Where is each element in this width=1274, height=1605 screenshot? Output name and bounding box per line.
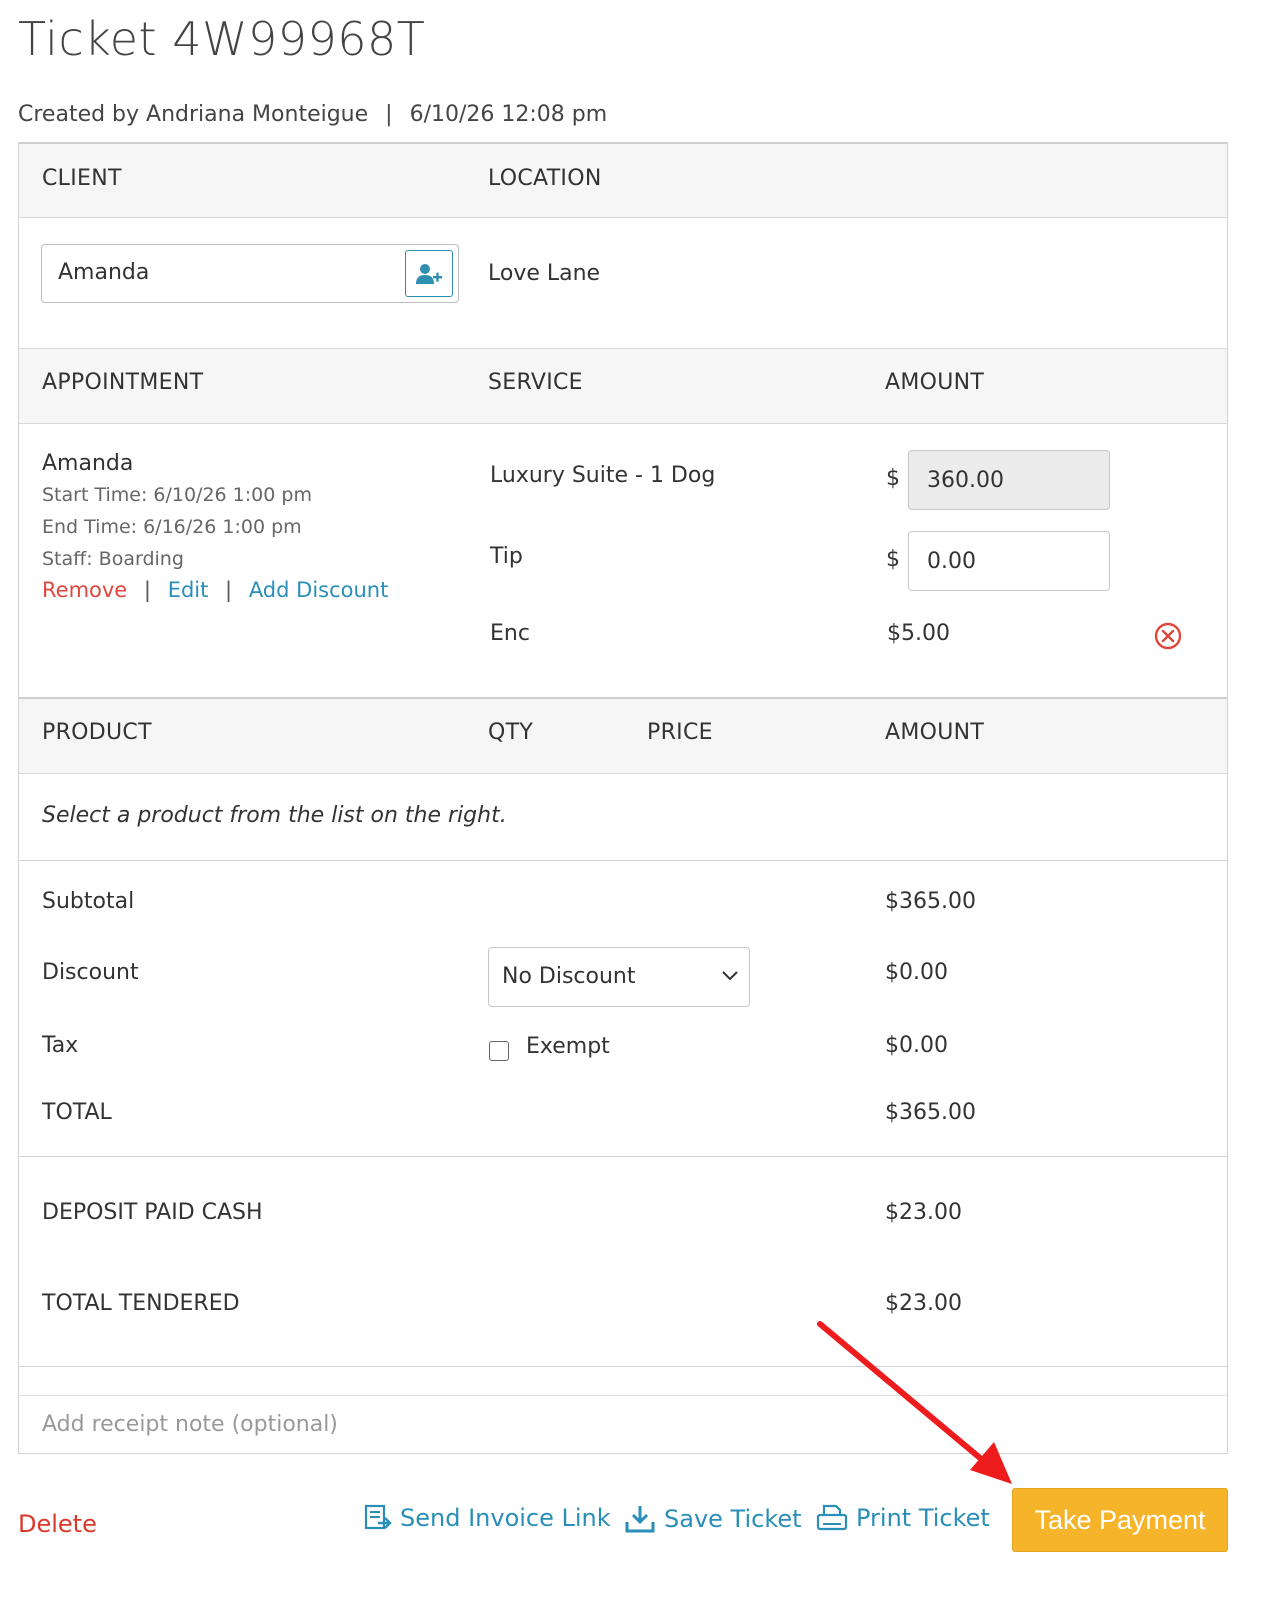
product-header-band bbox=[19, 697, 1227, 774]
client-header: CLIENT bbox=[42, 166, 122, 191]
receipt-note-input[interactable]: Add receipt note (optional) bbox=[19, 1395, 1227, 1455]
meta-separator: | bbox=[385, 102, 393, 127]
client-input-value: Amanda bbox=[58, 260, 150, 285]
ticket-card: CLIENT LOCATION Amanda Love Lane APPOINT… bbox=[18, 142, 1228, 1454]
discount-selected-value: No Discount bbox=[502, 964, 636, 989]
deposit-value: $23.00 bbox=[885, 1200, 962, 1225]
edit-appointment-link[interactable]: Edit bbox=[168, 578, 209, 602]
subtotal-label: Subtotal bbox=[42, 889, 135, 914]
discount-value: $0.00 bbox=[885, 960, 948, 985]
ticket-meta: Created by Andriana Monteigue | 6/10/26 … bbox=[18, 102, 607, 127]
appointment-end-time: End Time: 6/16/26 1:00 pm bbox=[42, 516, 302, 538]
service-label: Luxury Suite - 1 Dog bbox=[490, 463, 716, 488]
annotation-arrow-icon bbox=[817, 1321, 1012, 1484]
printer-icon bbox=[816, 1504, 848, 1531]
appointment-staff: Staff: Boarding bbox=[42, 548, 184, 570]
extra-amount: $5.00 bbox=[887, 621, 950, 646]
location-value: Love Lane bbox=[488, 261, 601, 286]
service-amount-field: 360.00 bbox=[908, 450, 1110, 510]
tip-amount-field[interactable]: 0.00 bbox=[908, 531, 1110, 591]
product-amount-header: AMOUNT bbox=[885, 720, 985, 745]
client-header-band bbox=[19, 144, 1227, 218]
invoice-send-icon bbox=[364, 1504, 392, 1530]
divider bbox=[19, 1156, 1227, 1157]
add-client-button[interactable] bbox=[405, 250, 453, 297]
appointment-header: APPOINTMENT bbox=[42, 370, 204, 395]
delete-button[interactable]: Delete bbox=[18, 1510, 97, 1538]
total-label-wrap: TOTAL bbox=[42, 1100, 342, 1124]
print-ticket-button[interactable]: Print Ticket bbox=[816, 1503, 990, 1533]
tax-exempt-checkbox[interactable] bbox=[489, 1041, 509, 1061]
total-value: $365.00 bbox=[885, 1100, 976, 1124]
receipt-note-placeholder: Add receipt note (optional) bbox=[42, 1412, 338, 1437]
created-prefix: Created by bbox=[18, 102, 140, 127]
service-header: SERVICE bbox=[488, 370, 583, 395]
product-header: PRODUCT bbox=[42, 720, 152, 745]
save-ticket-label: Save Ticket bbox=[664, 1505, 802, 1533]
tax-value: $0.00 bbox=[885, 1033, 948, 1058]
qty-header: QTY bbox=[488, 720, 534, 745]
subtotal-value: $365.00 bbox=[885, 889, 976, 914]
discount-label: Discount bbox=[42, 960, 139, 985]
location-header: LOCATION bbox=[488, 166, 602, 191]
price-header: PRICE bbox=[647, 720, 713, 745]
extra-label: Enc bbox=[490, 621, 530, 646]
appointment-actions: Remove | Edit | Add Discount bbox=[42, 578, 388, 602]
divider bbox=[19, 860, 1227, 861]
client-input[interactable]: Amanda bbox=[41, 244, 459, 303]
add-user-icon bbox=[416, 263, 442, 284]
close-circle-icon[interactable] bbox=[1154, 622, 1182, 650]
product-empty-message: Select a product from the list on the ri… bbox=[42, 803, 507, 828]
deposit-label: DEPOSIT PAID CASH bbox=[42, 1200, 263, 1225]
total-value-wrap: $365.00 bbox=[885, 1100, 1085, 1124]
chevron-down-icon bbox=[722, 971, 738, 981]
page-title: Ticket 4W99968T bbox=[18, 12, 426, 66]
send-invoice-link-button[interactable]: Send Invoice Link bbox=[364, 1503, 611, 1533]
print-ticket-label: Print Ticket bbox=[856, 1504, 990, 1532]
download-icon bbox=[625, 1506, 655, 1533]
total-label: TOTAL bbox=[42, 1100, 112, 1124]
appointment-client-name: Amanda bbox=[42, 451, 134, 476]
total-tendered-label: TOTAL TENDERED bbox=[42, 1291, 240, 1316]
amount-header: AMOUNT bbox=[885, 370, 985, 395]
save-ticket-button[interactable]: Save Ticket bbox=[624, 1503, 802, 1535]
send-invoice-label: Send Invoice Link bbox=[400, 1504, 611, 1532]
link-separator: | bbox=[143, 578, 151, 602]
link-separator: | bbox=[225, 578, 233, 602]
divider bbox=[19, 1366, 1227, 1367]
tip-label: Tip bbox=[490, 544, 523, 569]
service-currency: $ bbox=[886, 466, 900, 491]
tax-label: Tax bbox=[42, 1033, 79, 1058]
tax-exempt-label: Exempt bbox=[526, 1034, 610, 1059]
tip-currency: $ bbox=[886, 547, 900, 572]
appointment-start-time: Start Time: 6/10/26 1:00 pm bbox=[42, 484, 312, 506]
created-by: Andriana Monteigue bbox=[146, 102, 369, 127]
take-payment-button[interactable]: Take Payment bbox=[1012, 1488, 1228, 1552]
add-discount-link[interactable]: Add Discount bbox=[249, 578, 389, 602]
created-at: 6/10/26 12:08 pm bbox=[409, 102, 608, 127]
remove-appointment-link[interactable]: Remove bbox=[42, 578, 127, 602]
discount-select[interactable]: No Discount bbox=[488, 947, 750, 1007]
